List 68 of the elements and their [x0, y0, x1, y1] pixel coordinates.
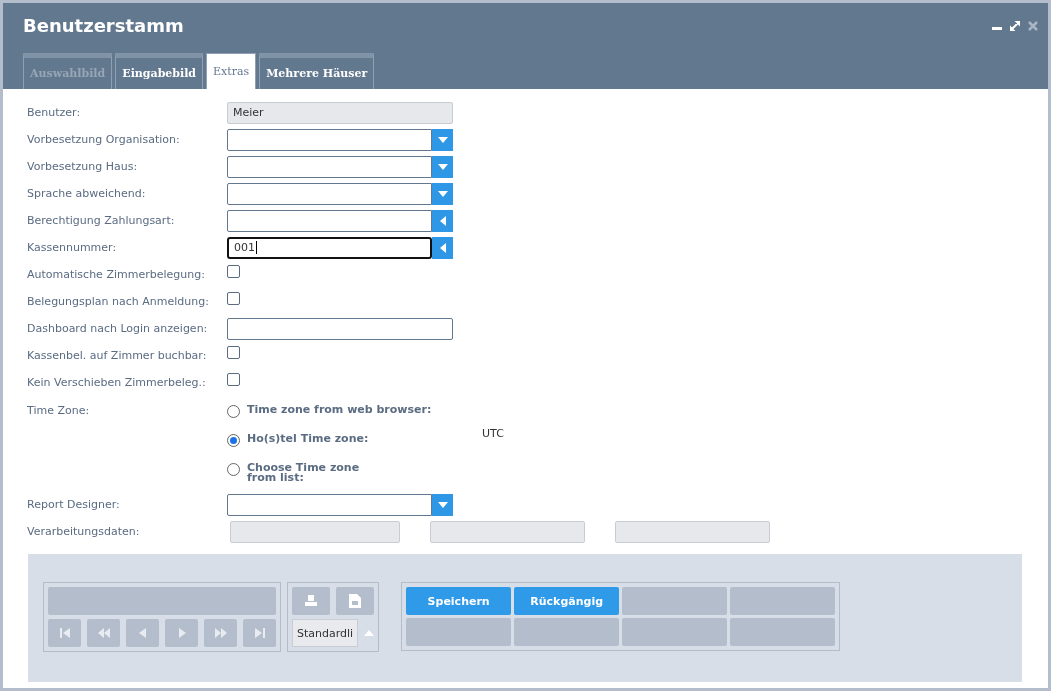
dropdown-button[interactable]: [432, 155, 453, 178]
field-label: Vorbesetzung Organisation:: [27, 133, 181, 146]
lookup-button[interactable]: [432, 236, 453, 259]
rewind-icon: [96, 626, 111, 640]
field-label: Vorbesetzung Haus:: [27, 160, 139, 173]
field-label: Belegungsplan nach Anmeldung:: [27, 295, 210, 308]
caret-down-icon: [437, 163, 448, 170]
field-label: Benutzer:: [27, 106, 82, 119]
fast-forward-button[interactable]: [204, 619, 237, 647]
checkbox[interactable]: [227, 265, 240, 278]
radio-label: Time zone from web browser:: [247, 404, 433, 415]
time-zone-value: UTC: [482, 427, 504, 440]
layout-select[interactable]: Standardli: [292, 619, 359, 647]
caret-left-icon: [439, 242, 446, 253]
last-icon: [252, 626, 267, 640]
dropdown-field[interactable]: [227, 155, 432, 178]
close-icon[interactable]: [1028, 20, 1038, 31]
checkbox[interactable]: [227, 373, 240, 386]
field-label: Sprache abweichend:: [27, 187, 147, 200]
field-label: Verarbeitungsdaten:: [27, 525, 141, 538]
field-label: Kassennummer:: [27, 241, 118, 254]
maximize-icon[interactable]: [1010, 20, 1020, 31]
printer-icon: [304, 594, 318, 608]
field-label: Report Designer:: [27, 498, 121, 511]
save-button[interactable]: Speichern: [406, 587, 512, 615]
tab[interactable]: Eingabebild: [115, 53, 204, 89]
dropdown-button[interactable]: [432, 493, 453, 516]
document-button[interactable]: [336, 587, 374, 615]
field-label: Kassenbel. auf Zimmer buchbar:: [27, 349, 208, 362]
readonly-field: Meier: [227, 101, 453, 124]
input-field[interactable]: 001: [227, 236, 432, 259]
window-title: Benutzerstamm: [23, 15, 184, 36]
tab[interactable]: Extras: [206, 53, 257, 89]
previous-button[interactable]: [126, 619, 159, 647]
caret-down-icon: [437, 501, 448, 508]
fast-forward-icon: [213, 626, 228, 640]
field-label: Automatische Zimmerbelegung:: [27, 268, 206, 281]
dropdown-field[interactable]: [227, 493, 432, 516]
radio-button[interactable]: [227, 405, 240, 418]
radio-label: Ho(s)tel Time zone:: [247, 433, 370, 444]
radio-label: Choose Time zone from list:: [247, 462, 361, 483]
radio-button[interactable]: [227, 434, 240, 447]
radio-button[interactable]: [227, 463, 240, 476]
field-label: Berechtigung Zahlungsart:: [27, 214, 176, 227]
field-label: Dashboard nach Login anzeigen:: [27, 322, 209, 335]
tab[interactable]: Mehrere Häuser: [259, 53, 375, 89]
dropdown-button[interactable]: [432, 128, 453, 151]
next-button[interactable]: [165, 619, 198, 647]
caret-left-icon: [439, 215, 446, 226]
caret-down-icon: [437, 190, 448, 197]
lookup-button[interactable]: [432, 209, 453, 232]
field-label: Time Zone:: [27, 404, 91, 419]
checkbox[interactable]: [227, 292, 240, 305]
input-field[interactable]: [227, 209, 432, 232]
first-icon: [57, 626, 72, 640]
undo-button[interactable]: Rückgängig: [514, 587, 620, 615]
first-button[interactable]: [48, 619, 81, 647]
input-field[interactable]: [227, 317, 453, 340]
dropdown-button[interactable]: [432, 182, 453, 205]
caret-down-icon: [437, 136, 448, 143]
dropdown-field[interactable]: [227, 182, 432, 205]
field-label: Kein Verschieben Zimmerbeleg.:: [27, 376, 207, 389]
checkbox[interactable]: [227, 346, 240, 359]
print-button[interactable]: [292, 587, 330, 615]
dropdown-field[interactable]: [227, 128, 432, 151]
rewind-button[interactable]: [87, 619, 120, 647]
last-button[interactable]: [243, 619, 276, 647]
document-icon: [349, 594, 361, 608]
